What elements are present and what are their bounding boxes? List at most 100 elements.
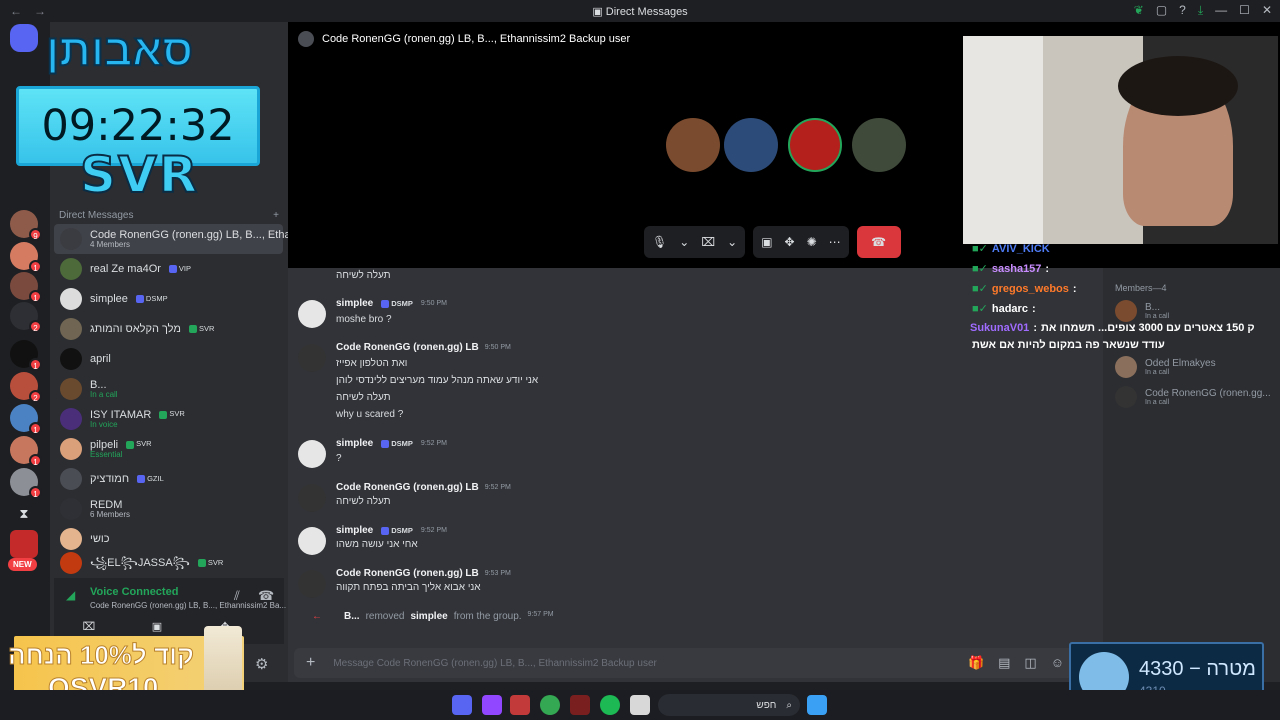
taskbar-search[interactable]: חפש ⌕ <box>658 694 800 716</box>
minimize-icon[interactable]: — <box>1215 3 1227 18</box>
discord-taskbar-icon[interactable] <box>452 695 472 715</box>
avatar[interactable] <box>298 570 326 598</box>
maximize-icon[interactable]: ☐ <box>1239 3 1250 18</box>
emoji-icon[interactable]: ☺ <box>1051 655 1064 671</box>
forward-arrow-icon[interactable]: → <box>34 4 46 18</box>
title-bar: ← → ▣ Direct Messages ❦ ▢ ? ⤓ — ☐ ✕ <box>0 0 1280 22</box>
clock-time: 09:22:32 <box>41 101 235 151</box>
help-icon[interactable]: ? <box>1179 3 1186 18</box>
download-icon[interactable]: ⤓ <box>1198 3 1203 18</box>
app-taskbar-icon[interactable] <box>482 695 502 715</box>
noise-suppression-icon[interactable]: ⫽ <box>234 588 240 604</box>
avatar <box>60 348 82 370</box>
voice-status-panel: ◢ Voice Connected Code RonenGG (ronen.gg… <box>54 578 298 644</box>
search-icon: ⌕ <box>786 699 792 711</box>
avatar[interactable] <box>298 527 326 555</box>
avatar[interactable] <box>298 300 326 328</box>
activity-controls[interactable]: ▣ ✥ ✺ ⋯ <box>753 226 849 258</box>
avatar <box>1115 300 1137 322</box>
sticker-icon[interactable]: ◫ <box>1024 655 1036 671</box>
message-author[interactable]: Code RonenGG (ronen.gg) LB <box>336 568 479 579</box>
role-tag: DSMP <box>379 526 415 535</box>
dm-item[interactable]: חמודציק GZIL <box>54 464 283 494</box>
stream-title-overlay: סאבותן <box>45 25 194 76</box>
message-author[interactable]: simplee <box>336 438 373 449</box>
member-item[interactable]: Code RonenGG (ronen.gg... In a call <box>1115 386 1271 408</box>
spotify-taskbar-icon[interactable] <box>600 695 620 715</box>
member-item[interactable]: B... In a call <box>1115 300 1169 322</box>
member-item[interactable]: Oded Elmakyes In a call <box>1115 356 1216 378</box>
leave-call-button[interactable]: ☎ <box>856 226 901 258</box>
message-text: תעלה לשיחה <box>336 496 391 507</box>
dm-item[interactable]: ISY ITAMAR SVR In voice <box>54 404 283 434</box>
avatar[interactable] <box>298 484 326 512</box>
voice-channel-link[interactable]: Code RonenGG (ronen.gg) LB, B..., Ethann… <box>90 601 286 610</box>
message-author[interactable]: simplee <box>336 525 373 536</box>
server-icon[interactable]: 2 <box>10 372 42 403</box>
dm-item[interactable]: real Ze ma4Or VIP <box>54 254 283 284</box>
message-author[interactable]: simplee <box>336 298 373 309</box>
dm-item[interactable]: מלך הקלאס והמותג SVR <box>54 314 283 344</box>
call-participant-avatar[interactable] <box>666 118 720 172</box>
windows-start-icon[interactable] <box>807 695 827 715</box>
server-icon[interactable]: 1 <box>10 468 42 499</box>
dm-header: Direct Messages + <box>59 210 279 221</box>
role-tag: DSMP <box>379 299 415 308</box>
disconnect-icon[interactable]: ☎ <box>258 588 274 604</box>
avatar[interactable] <box>298 344 326 372</box>
server-icon[interactable]: 1 <box>10 272 42 303</box>
message-input[interactable]: + Message Code RonenGG (ronen.gg) LB, B.… <box>294 648 1074 678</box>
close-icon[interactable]: ✕ <box>1262 3 1272 18</box>
server-icon[interactable]: 1 <box>10 340 42 371</box>
back-arrow-icon[interactable]: ← <box>10 4 22 18</box>
avatar <box>60 228 82 250</box>
avatar <box>60 288 82 310</box>
dm-item[interactable]: simplee DSMP <box>54 284 283 314</box>
avatar[interactable] <box>298 440 326 468</box>
server-icon[interactable]: 2 <box>10 302 42 333</box>
nitro-icon[interactable]: ❦ <box>1134 3 1144 18</box>
hourglass-icon[interactable]: ⧗ <box>10 500 38 528</box>
call-participant-avatar[interactable] <box>788 118 842 172</box>
screen-share-icon: ▣ <box>761 235 773 249</box>
server-icon[interactable] <box>10 530 38 558</box>
call-title: Code RonenGG (ronen.gg) LB, B..., Ethann… <box>322 33 631 45</box>
gif-icon[interactable]: ▤ <box>998 655 1010 671</box>
settings-gear-icon[interactable]: ⚙ <box>255 655 268 673</box>
call-participant-avatar[interactable] <box>724 118 778 172</box>
chevron-down-icon: ⌄ <box>679 235 690 249</box>
server-icon[interactable]: 9 <box>10 210 42 241</box>
server-icon[interactable]: 1 <box>10 242 42 273</box>
mic-control[interactable]: 🎙 ⌄ ⌧ ⌄ <box>644 226 746 258</box>
discord-home-icon[interactable] <box>10 24 38 52</box>
screen-share-icon[interactable]: ▣ <box>128 616 186 636</box>
role-tag: SVR <box>196 558 225 567</box>
app-taskbar-icon[interactable] <box>570 695 590 715</box>
add-dm-icon[interactable]: + <box>273 210 279 221</box>
gift-icon[interactable]: 🎁 <box>968 655 984 671</box>
new-badge: NEW <box>8 558 37 571</box>
hang-up-icon: ☎ <box>871 235 887 249</box>
inbox-icon[interactable]: ▢ <box>1156 3 1167 18</box>
dm-item[interactable]: B... In a call <box>54 374 283 404</box>
chrome-taskbar-icon[interactable] <box>540 695 560 715</box>
server-icon[interactable]: 1 <box>10 404 42 435</box>
call-participant-avatar[interactable] <box>852 118 906 172</box>
camera-off-icon[interactable]: ⌧ <box>60 616 118 636</box>
server-icon[interactable]: 1 <box>10 436 42 467</box>
app-taskbar-icon[interactable] <box>510 695 530 715</box>
message-author[interactable]: Code RonenGG (ronen.gg) LB <box>336 342 479 353</box>
files-taskbar-icon[interactable] <box>630 695 650 715</box>
dm-item[interactable]: pilpeli SVR Essential <box>54 434 283 464</box>
role-tag: SVR <box>187 324 216 333</box>
stream-chat-line: עודד שנשאר פה במקום להיות אם אשת <box>972 339 1165 351</box>
message-author[interactable]: Code RonenGG (ronen.gg) LB <box>336 482 479 493</box>
dm-item[interactable]: april <box>54 344 283 374</box>
dm-item[interactable]: REDM 6 Members <box>54 494 283 524</box>
stream-chat-line: ■✓ sasha157: <box>972 262 1050 276</box>
webcam-overlay <box>963 36 1278 244</box>
dm-item[interactable]: ꧁EL꧂JASSA꧂ SVR <box>54 548 283 578</box>
dm-item-group-call[interactable]: Code RonenGG (ronen.gg) LB, B..., Etha..… <box>54 224 300 254</box>
message-text: ? <box>336 453 342 464</box>
add-attachment-icon[interactable]: + <box>306 654 315 672</box>
